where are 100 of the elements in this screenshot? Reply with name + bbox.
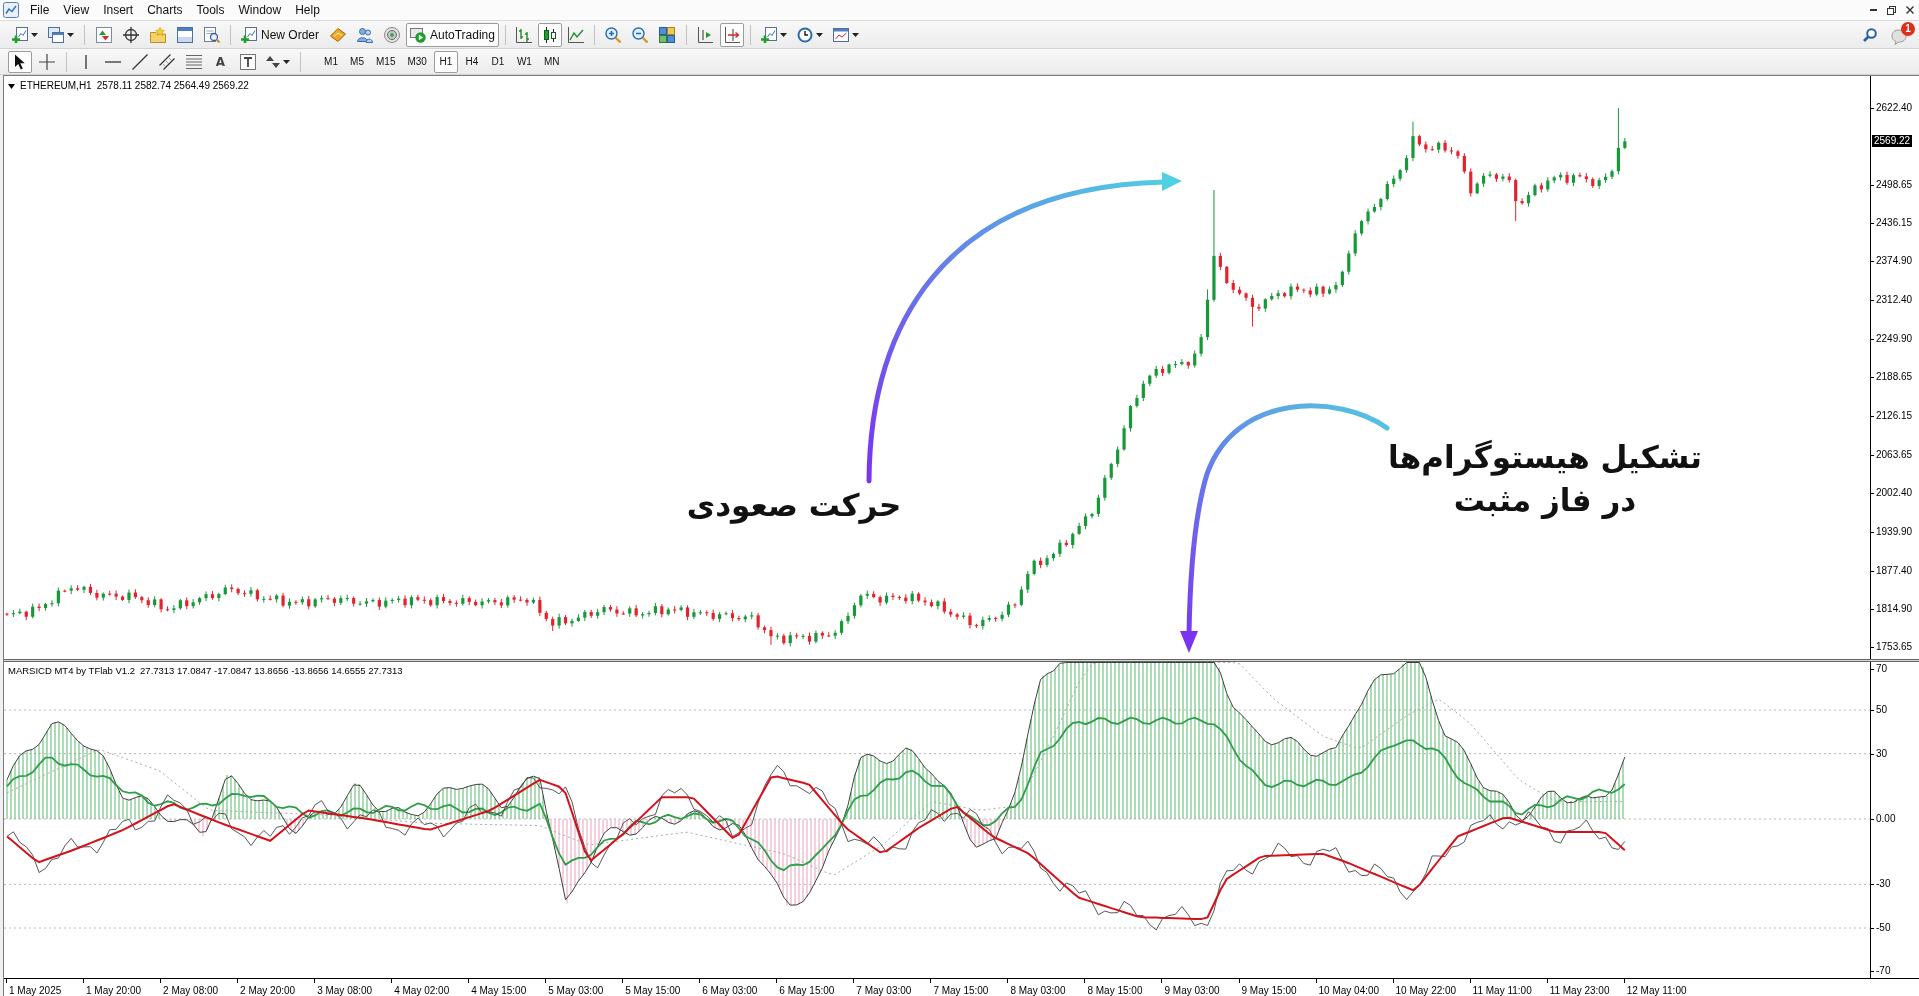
timeframe-button[interactable]: M1: [319, 50, 343, 73]
price-label: 2126.15: [1876, 410, 1913, 422]
caret-icon[interactable]: [67, 32, 74, 37]
clock-icon[interactable]: [796, 26, 813, 43]
new-order-button[interactable]: New Order: [237, 22, 323, 47]
chat-bubble-icon[interactable]: [1891, 28, 1907, 45]
users-icon[interactable]: [356, 26, 373, 43]
time-label: 10 May 22:00: [1395, 985, 1457, 996]
level-label: 50: [1876, 704, 1888, 716]
price-label: 2622.40: [1876, 101, 1913, 114]
timeframe-button[interactable]: D1: [485, 50, 510, 73]
restore-icon[interactable]: [1887, 5, 1896, 15]
price-label: 1877.40: [1876, 564, 1913, 577]
zoom-out-icon[interactable]: [632, 26, 649, 43]
zoom-in-icon[interactable]: [605, 26, 622, 43]
book-icon[interactable]: [329, 26, 346, 43]
indicator-plus-icon[interactable]: [760, 26, 777, 43]
timeframe-button[interactable]: M30: [402, 50, 432, 73]
line-chart-icon: [567, 26, 584, 43]
bar-chart-icon: [515, 26, 532, 43]
level-label: 30: [1876, 747, 1888, 760]
play-icon: [410, 26, 426, 43]
text-label-icon[interactable]: [239, 53, 256, 70]
time-label: 11 May 11:00: [1472, 985, 1532, 996]
document-search-icon[interactable]: [203, 26, 220, 43]
level-label: 0.00: [1876, 813, 1896, 825]
cursor-button[interactable]: [8, 50, 32, 73]
trendline-icon[interactable]: [131, 53, 148, 70]
time-label: 11 May 23:00: [1549, 985, 1610, 996]
crosshair-icon: [39, 53, 55, 70]
close-icon[interactable]: [1906, 6, 1914, 14]
timeframe-button[interactable]: M15: [371, 50, 401, 73]
signal-icon[interactable]: [383, 26, 400, 43]
fibonacci-icon[interactable]: [185, 54, 202, 69]
target-icon[interactable]: [122, 26, 139, 43]
menu-item[interactable]: Charts: [140, 1, 190, 19]
candlestick-icon: [541, 26, 558, 43]
price-label: 2498.65: [1876, 178, 1913, 191]
menu-item[interactable]: Help: [288, 1, 327, 19]
time-label: 6 May 03:00: [702, 985, 758, 996]
time-label: 2 May 08:00: [163, 985, 219, 996]
price-label: 2374.90: [1876, 255, 1913, 268]
time-label: 10 May 04:00: [1318, 985, 1380, 996]
level-label: -70: [1876, 965, 1891, 977]
price-label: 2249.90: [1876, 333, 1913, 346]
panel-icon[interactable]: [176, 26, 193, 43]
autoscroll-button[interactable]: [719, 22, 744, 47]
price-label: 1939.90: [1876, 525, 1913, 538]
autoscroll-icon: [723, 26, 740, 43]
timeframe-button[interactable]: W1: [511, 50, 537, 73]
vertical-line-icon[interactable]: [84, 54, 87, 69]
time-label: 9 May 15:00: [1241, 985, 1297, 996]
template-icon[interactable]: [832, 26, 849, 43]
menu-item[interactable]: Tools: [189, 1, 232, 19]
menu-item[interactable]: File: [23, 1, 57, 19]
timeframe-button[interactable]: H4: [459, 50, 484, 73]
level-label: -50: [1876, 922, 1891, 934]
time-label: 3 May 08:00: [317, 985, 373, 996]
price-label: 1753.65: [1876, 641, 1913, 654]
search-icon[interactable]: [1863, 27, 1877, 42]
timeframe-button[interactable]: MN: [538, 50, 565, 73]
level-label: 70: [1876, 663, 1888, 675]
document-plus-icon: [241, 26, 257, 43]
candlestick-chart-button[interactable]: [537, 22, 562, 47]
caret-icon[interactable]: [283, 59, 290, 64]
caret-icon[interactable]: [851, 32, 859, 37]
time-label: 5 May 03:00: [548, 985, 604, 996]
chart-shift-icon[interactable]: [697, 26, 714, 43]
time-label: 8 May 03:00: [1010, 985, 1066, 996]
menu-item[interactable]: Insert: [96, 1, 141, 19]
time-label: 1 May 20:00: [86, 985, 142, 996]
menu-item[interactable]: View: [56, 1, 97, 19]
price-label: 2312.40: [1876, 294, 1913, 307]
time-label: 8 May 15:00: [1087, 985, 1143, 996]
price-label: 1814.90: [1876, 603, 1913, 616]
horizontal-line-icon[interactable]: [104, 60, 121, 63]
price-label: 2063.65: [1876, 448, 1913, 461]
level-label: -30: [1876, 878, 1891, 891]
auto-trading-button[interactable]: AutoTrading: [406, 22, 499, 47]
time-label: 6 May 15:00: [779, 985, 835, 996]
arrows-square-icon[interactable]: [95, 26, 112, 43]
text-tool-button[interactable]: A: [208, 50, 233, 73]
menu-item[interactable]: Window: [231, 1, 289, 19]
time-label: 1 May 2025: [9, 985, 62, 996]
caret-icon[interactable]: [779, 32, 787, 37]
chart-plus-icon[interactable]: [12, 26, 28, 43]
caret-icon[interactable]: [815, 32, 823, 37]
cursor-icon: [14, 53, 26, 70]
caret-icon[interactable]: [31, 32, 38, 37]
tile-windows-icon[interactable]: [659, 26, 676, 43]
notification-badge: 1: [1901, 21, 1915, 36]
window-stack-icon[interactable]: [48, 26, 64, 43]
time-label: 7 May 15:00: [933, 985, 989, 996]
folder-star-icon[interactable]: [149, 26, 166, 43]
timeframe-button[interactable]: H1: [433, 50, 458, 73]
arrows-icon[interactable]: [266, 54, 280, 69]
timeframe-button[interactable]: M5: [345, 50, 369, 73]
current-price-label: 2569.22: [1872, 135, 1913, 148]
channel-icon[interactable]: [158, 53, 175, 70]
time-label: 7 May 03:00: [856, 985, 912, 996]
